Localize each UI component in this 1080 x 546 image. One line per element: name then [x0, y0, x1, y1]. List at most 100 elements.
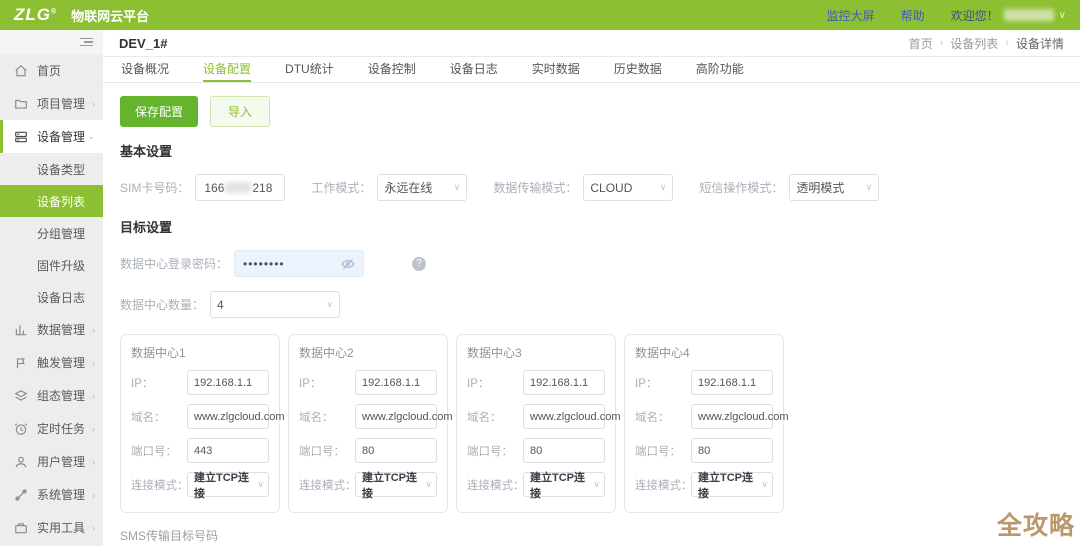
datacenter-card-1: 数据中心1 IP： 192.168.1.1 域名： www.zlgcloud.c…	[120, 334, 284, 513]
sim-redacted	[225, 182, 252, 193]
datacenter-password-input[interactable]: ••••••••	[234, 250, 365, 277]
chevron-down-icon: ∨	[257, 479, 264, 489]
eye-off-icon[interactable]	[341, 257, 355, 271]
zlg-logo: ZLG®	[14, 5, 58, 24]
dc4-ip-input[interactable]: 192.168.1.1	[691, 370, 773, 395]
datacenter-cards: 数据中心1 IP： 192.168.1.1 域名： www.zlgcloud.c…	[120, 334, 1063, 513]
sms-op-mode-select[interactable]: 透明模式 ∨	[789, 174, 880, 201]
help-link[interactable]: 帮助	[901, 7, 925, 24]
chevron-down-icon: ∨	[425, 479, 432, 489]
chevron-right-icon: ›	[92, 423, 95, 434]
device-tabs: 设备概况 设备配置 DTU统计 设备控制 设备日志 实时数据 历史数据 高阶功能	[103, 57, 1080, 83]
dc4-domain-input[interactable]: www.zlgcloud.com	[691, 404, 788, 429]
help-icon[interactable]: ?	[412, 256, 427, 271]
work-mode-label: 工作模式：	[311, 181, 372, 195]
dc3-port-input[interactable]: 80	[523, 438, 605, 463]
device-title: DEV_1#	[119, 35, 168, 51]
tab-device-overview[interactable]: 设备概况	[121, 57, 169, 82]
datacenter-card-3: 数据中心3 IP： 192.168.1.1 域名： www.zlgcloud.c…	[456, 334, 620, 513]
platform-title: 物联网云平台	[71, 8, 150, 24]
chevron-right-icon: ›	[92, 522, 95, 533]
tab-history-data[interactable]: 历史数据	[614, 57, 662, 82]
sidebar-item-data-mgmt[interactable]: 数据管理 ›	[0, 313, 103, 346]
tools-icon	[14, 488, 28, 502]
work-mode-select[interactable]: 永远在线 ∨	[377, 174, 468, 201]
sidebar-item-utilities[interactable]: 实用工具 ›	[0, 511, 103, 544]
sms-op-mode-label: 短信操作模式：	[699, 181, 784, 195]
sidebar-item-scheduled-tasks[interactable]: 定时任务 ›	[0, 412, 103, 445]
dc3-ip-input[interactable]: 192.168.1.1	[523, 370, 605, 395]
import-button[interactable]: 导入	[210, 96, 271, 127]
chevron-right-icon: ›	[92, 390, 95, 401]
sidebar-item-user-mgmt[interactable]: 用户管理 ›	[0, 445, 103, 478]
sim-number-input[interactable]: 166 218	[195, 174, 286, 201]
layers-icon	[14, 389, 28, 403]
chevron-down-icon: ∨	[1058, 9, 1066, 21]
sidebar-subitem-firmware-upgrade[interactable]: 固件升级	[0, 249, 103, 281]
chevron-down-icon: ∨	[865, 182, 873, 192]
dc2-domain-input[interactable]: www.zlgcloud.com	[355, 404, 452, 429]
project-icon	[14, 97, 28, 111]
chevron-down-icon: ∨	[593, 479, 600, 489]
sidebar-item-home[interactable]: 首页	[0, 54, 103, 87]
monitor-screen-link[interactable]: 监控大屏	[827, 7, 875, 24]
flag-icon	[14, 356, 28, 370]
target-settings-title: 目标设置	[120, 220, 173, 235]
datacenter-card-4: 数据中心4 IP： 192.168.1.1 域名： www.zlgcloud.c…	[624, 334, 788, 513]
sim-number-label: SIM卡号码：	[120, 181, 190, 195]
breadcrumb: 首页 › 设备列表 › 设备详情	[908, 35, 1064, 52]
watermark: 全攻略	[996, 512, 1075, 540]
sidebar-item-trigger-mgmt[interactable]: 触发管理 ›	[0, 346, 103, 379]
sidebar-item-devices[interactable]: 设备管理 ⌄	[0, 120, 103, 153]
dc4-port-input[interactable]: 80	[691, 438, 773, 463]
datacenter-count-label: 数据中心数量：	[120, 298, 205, 312]
sidebar-item-projects[interactable]: 项目管理 ›	[0, 87, 103, 120]
tab-device-control[interactable]: 设备控制	[368, 57, 416, 82]
dc1-domain-input[interactable]: www.zlgcloud.com	[187, 404, 284, 429]
dc3-domain-input[interactable]: www.zlgcloud.com	[523, 404, 620, 429]
chevron-down-icon: ∨	[659, 182, 667, 192]
save-config-button[interactable]: 保存配置	[120, 96, 199, 127]
username-redacted	[1003, 9, 1054, 21]
briefcase-icon	[14, 521, 28, 535]
app-header: ZLG® 物联网云平台 监控大屏 帮助 欢迎您！ ∨	[0, 0, 1080, 30]
sidebar: 首页 项目管理 › 设备管理 ⌄ 设备类型 设备列表 分组管理 固件升级 设备日…	[0, 30, 103, 546]
dc2-ip-input[interactable]: 192.168.1.1	[355, 370, 437, 395]
tab-device-log[interactable]: 设备日志	[450, 57, 498, 82]
data-transfer-mode-label: 数据传输模式：	[493, 181, 578, 195]
sidebar-subitem-device-type[interactable]: 设备类型	[0, 153, 103, 185]
sidebar-subitem-group-mgmt[interactable]: 分组管理	[0, 217, 103, 249]
tab-advanced[interactable]: 高阶功能	[696, 57, 744, 82]
dc1-port-input[interactable]: 443	[187, 438, 269, 463]
datacenter-password-label: 数据中心登录密码：	[120, 257, 229, 271]
sidebar-subitem-device-log[interactable]: 设备日志	[0, 281, 103, 313]
tab-dtu-stats[interactable]: DTU统计	[285, 57, 334, 82]
basic-settings-title: 基本设置	[120, 144, 173, 159]
dc1-mode-select[interactable]: 建立TCP连接 ∨	[187, 472, 269, 500]
sidebar-item-scada-mgmt[interactable]: 组态管理 ›	[0, 379, 103, 412]
data-transfer-mode-select[interactable]: CLOUD ∨	[583, 174, 674, 201]
sidebar-item-system-mgmt[interactable]: 系统管理 ›	[0, 478, 103, 511]
datacenter-count-select[interactable]: 4 ∨	[210, 291, 341, 318]
user-menu[interactable]: 欢迎您！ ∨	[951, 7, 1066, 24]
breadcrumb-device-detail: 设备详情	[1015, 36, 1064, 51]
dc3-mode-select[interactable]: 建立TCP连接 ∨	[523, 472, 605, 500]
sidebar-subitem-device-list[interactable]: 设备列表	[0, 185, 103, 217]
menu-fold-icon[interactable]	[80, 36, 93, 49]
tab-device-config[interactable]: 设备配置	[203, 57, 252, 82]
datacenter-title: 数据中心1	[131, 346, 186, 360]
chevron-down-icon: ∨	[761, 479, 768, 489]
breadcrumb-device-list[interactable]: 设备列表	[950, 35, 998, 52]
dc4-mode-select[interactable]: 建立TCP连接 ∨	[691, 472, 773, 500]
breadcrumb-home[interactable]: 首页	[909, 35, 933, 52]
dc2-port-input[interactable]: 80	[355, 438, 437, 463]
chevron-right-icon: ›	[92, 456, 95, 467]
dc1-ip-input[interactable]: 192.168.1.1	[187, 370, 269, 395]
tab-realtime-data[interactable]: 实时数据	[532, 57, 580, 82]
main-content: DEV_1# 首页 › 设备列表 › 设备详情 设备概况 设备配置 DTU统计 …	[103, 30, 1080, 546]
datacenter-title: 数据中心4	[635, 346, 690, 360]
clock-icon	[14, 422, 28, 436]
chevron-down-icon: ∨	[326, 299, 334, 309]
dc2-mode-select[interactable]: 建立TCP连接 ∨	[355, 472, 437, 500]
chevron-down-icon: ⌄	[87, 131, 95, 141]
